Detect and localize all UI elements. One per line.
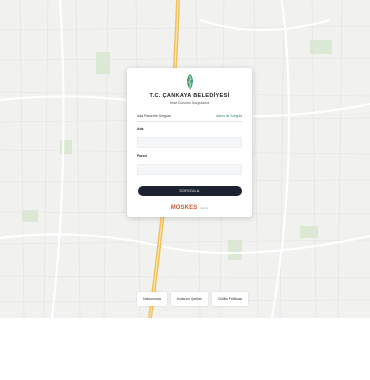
ada-input[interactable] — [137, 137, 242, 148]
brand-suffix: Harita — [200, 206, 209, 210]
org-title: T.C. ÇANKAYA BELEDİYESİ — [149, 93, 230, 99]
footer-link-about[interactable]: Hakkımızda — [137, 292, 167, 306]
submit-query-button[interactable]: SORGULA — [137, 186, 242, 196]
brand-row: MOSKES Harita — [137, 205, 242, 211]
footer-link-privacy[interactable]: Gizlilik Politikası — [211, 292, 249, 306]
tab-parcel-query[interactable]: Ada Parsel ile Sorgula — [137, 114, 171, 118]
leaf-logo-icon — [186, 74, 193, 90]
parsel-field-label: Parsel — [137, 154, 148, 158]
brand-logo: MOSKES — [170, 205, 198, 211]
parsel-input[interactable] — [137, 164, 242, 175]
footer-links: Hakkımızda Kullanım Şartları Gizlilik Po… — [137, 292, 249, 306]
footer-link-terms[interactable]: Kullanım Şartları — [170, 292, 208, 306]
ada-field-label: Ada — [137, 127, 144, 131]
org-subtitle: İmar Durumu Sorgulama — [169, 101, 210, 105]
query-tabs: Ada Parsel ile Sorgula Adres ile Sorgula — [137, 114, 242, 122]
tab-address-query[interactable]: Adres ile Sorgula — [216, 114, 242, 118]
login-card: T.C. ÇANKAYA BELEDİYESİ İmar Durumu Sorg… — [127, 68, 252, 217]
